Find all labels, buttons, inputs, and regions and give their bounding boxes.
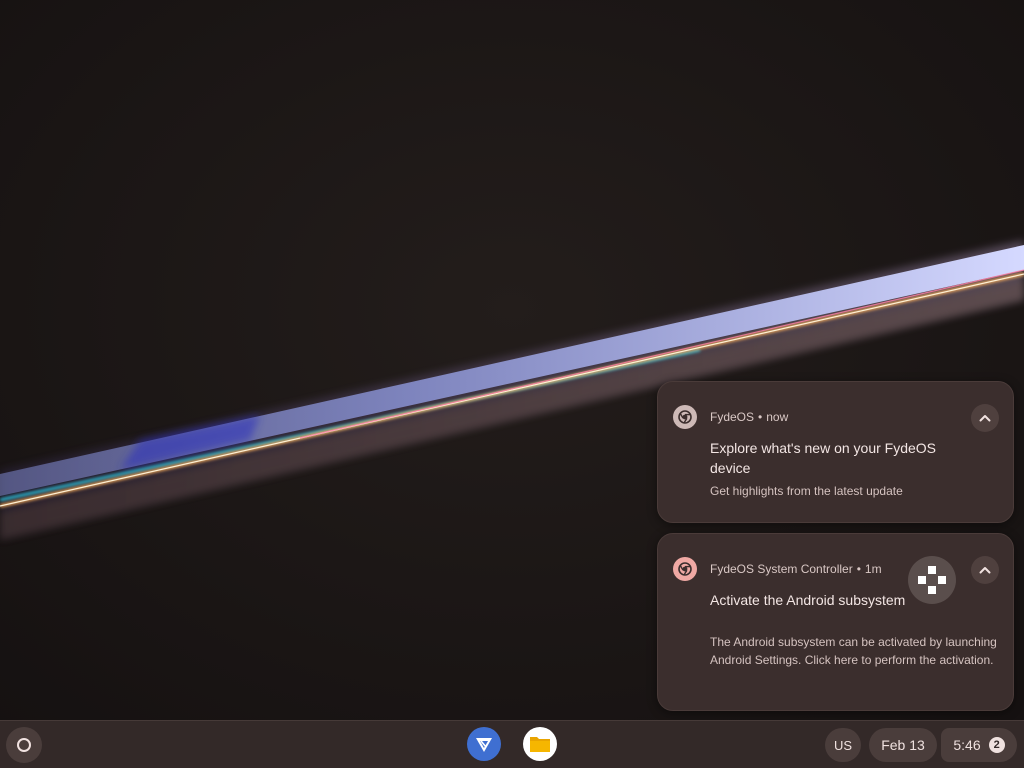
chevron-up-icon [979, 415, 991, 422]
notification-card-android-subsystem[interactable]: FydeOS System Controller • 1m Activate the… [657, 533, 1014, 711]
notification-header: FydeOS • now [710, 410, 788, 424]
chrome-icon [673, 557, 697, 581]
shelf-app-fydeos[interactable] [467, 727, 501, 761]
chrome-icon [673, 405, 697, 429]
system-tray-clock[interactable]: 5:46 2 [941, 728, 1017, 762]
header-separator: • [856, 562, 861, 576]
notification-count-badge: 2 [988, 737, 1005, 753]
ime-indicator[interactable]: US [825, 728, 861, 762]
fydeos-app-icon [476, 738, 492, 752]
gamepad-dpad-icon [908, 556, 956, 604]
collapse-notification-button[interactable] [971, 556, 999, 584]
launcher-circle-icon [17, 738, 31, 752]
clock-time: 5:46 [953, 737, 981, 753]
header-separator: • [758, 410, 763, 424]
notification-header: FydeOS System Controller • 1m [710, 562, 882, 576]
notification-app-name: FydeOS System Controller [710, 562, 853, 576]
notification-title: Explore what's new on your FydeOS device [710, 440, 937, 476]
shelf-app-files[interactable] [523, 727, 557, 761]
notification-time: 1m [864, 562, 882, 576]
files-folder-icon [530, 737, 550, 752]
launcher-button[interactable] [6, 727, 42, 763]
notification-body: Get highlights from the latest update [710, 484, 903, 498]
notification-app-name: FydeOS [710, 410, 755, 424]
notification-title: Activate the Android subsystem [710, 592, 906, 608]
date-tray[interactable]: Feb 13 [869, 728, 937, 762]
shelf: US Feb 13 5:46 2 [0, 720, 1024, 768]
chevron-up-icon [979, 567, 991, 574]
collapse-notification-button[interactable] [971, 404, 999, 432]
notification-time: now [766, 410, 789, 424]
notification-card-whats-new[interactable]: FydeOS • now Explore what's new on your Fy… [657, 381, 1014, 523]
notification-body: The Android subsystem can be activated b… [710, 635, 997, 667]
